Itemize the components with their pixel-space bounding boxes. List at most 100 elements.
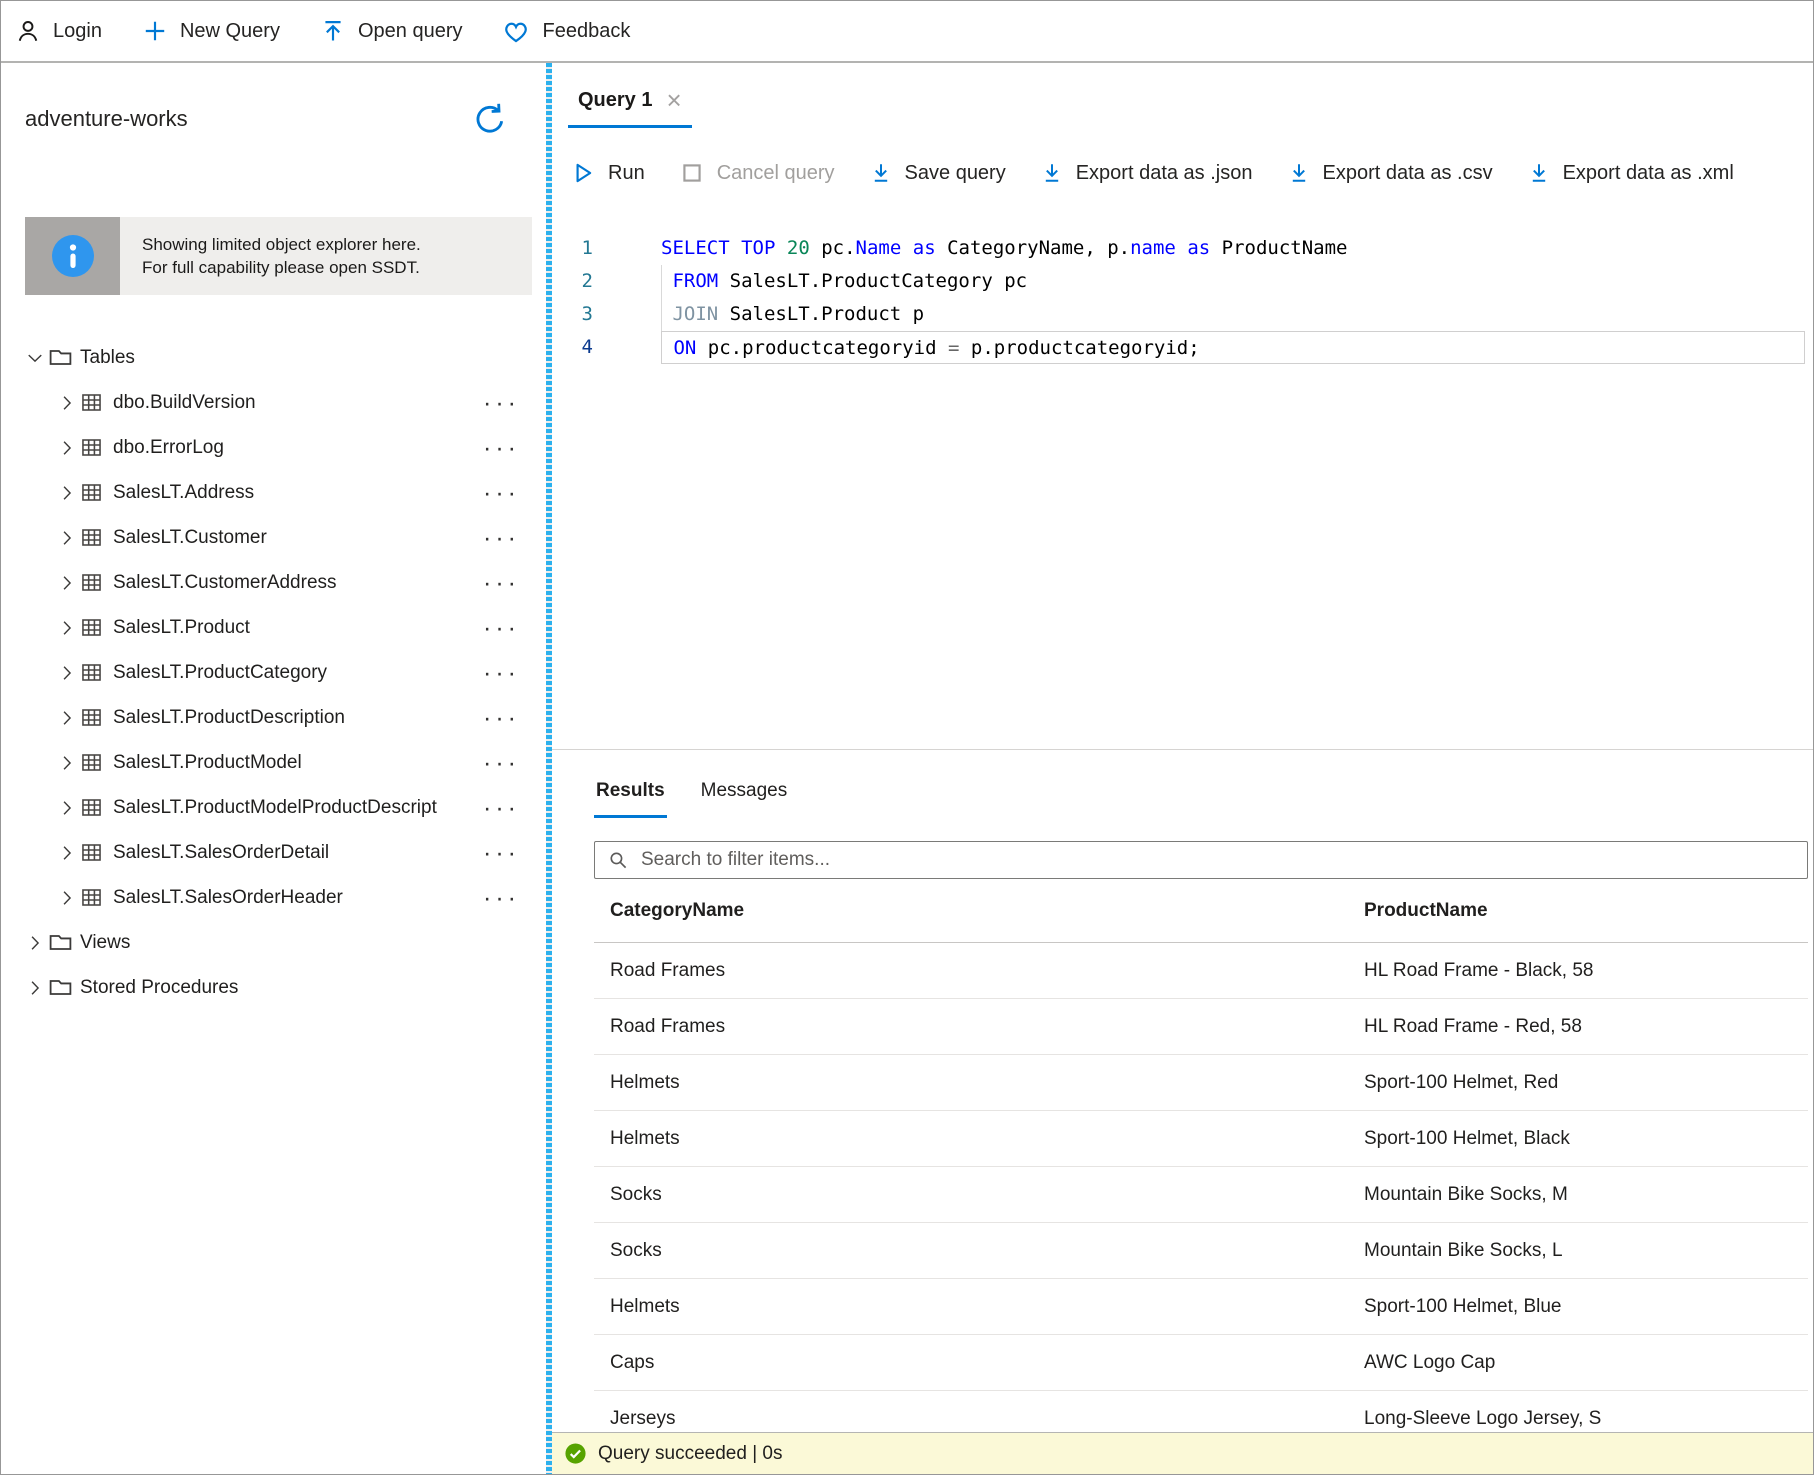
code-text: JOIN SalesLT.Product p — [661, 298, 1805, 331]
status-text: Query succeeded | 0s — [598, 1443, 782, 1465]
filter-search-box[interactable] — [594, 841, 1808, 879]
export-xml-button[interactable]: Export data as .xml — [1527, 161, 1734, 185]
item-actions-button[interactable]: ··· — [483, 663, 520, 683]
cell-productname: Sport-100 Helmet, Red — [1364, 1072, 1808, 1094]
tree-item-label: SalesLT.Customer — [113, 527, 267, 549]
table-row[interactable]: Helmets Sport-100 Helmet, Blue — [594, 1279, 1808, 1335]
table-body: Road Frames HL Road Frame - Black, 58 Ro… — [594, 943, 1808, 1447]
table-row[interactable]: Socks Mountain Bike Socks, M — [594, 1167, 1808, 1223]
chevron-right-icon — [25, 978, 45, 998]
tab-query-1[interactable]: Query 1 × — [568, 75, 692, 128]
tree-item-saleslt-customer[interactable]: SalesLT.Customer ··· — [25, 515, 546, 560]
table-icon — [79, 390, 104, 415]
chevron-right-icon — [57, 528, 77, 548]
sql-editor[interactable]: 1 SELECT TOP 20 pc.Name as CategoryName,… — [552, 209, 1813, 749]
tree-item-label: SalesLT.SalesOrderHeader — [113, 887, 343, 909]
item-actions-button[interactable]: ··· — [483, 573, 520, 593]
object-tree: Tables dbo.BuildVersion ··· dbo.ErrorLog… — [25, 335, 546, 1010]
cell-productname: Mountain Bike Socks, L — [1364, 1240, 1808, 1262]
tree-item-saleslt-product[interactable]: SalesLT.Product ··· — [25, 605, 546, 650]
table-icon — [79, 660, 104, 685]
tree-node-tables[interactable]: Tables — [25, 335, 546, 380]
item-actions-button[interactable]: ··· — [483, 888, 520, 908]
cell-productname: Sport-100 Helmet, Blue — [1364, 1296, 1808, 1318]
query-toolbar-button-label: Export data as .xml — [1563, 162, 1734, 185]
query-toolbar-button-label: Run — [608, 162, 645, 185]
tree-item-saleslt-address[interactable]: SalesLT.Address ··· — [25, 470, 546, 515]
item-actions-button[interactable]: ··· — [483, 438, 520, 458]
cell-categoryname: Caps — [594, 1352, 1364, 1374]
tree-item-saleslt-salesorderdetail[interactable]: SalesLT.SalesOrderDetail ··· — [25, 830, 546, 875]
table-icon — [79, 885, 104, 910]
folder-icon — [47, 929, 74, 956]
item-actions-button[interactable]: ··· — [483, 618, 520, 638]
check-circle-icon — [564, 1442, 587, 1465]
tree-item-label: SalesLT.ProductCategory — [113, 662, 327, 684]
new-query-button[interactable]: New Query — [142, 18, 280, 44]
column-header-productname: ProductName — [1364, 900, 1808, 922]
refresh-button[interactable] — [470, 99, 510, 139]
table-icon — [79, 840, 104, 865]
table-icon — [79, 570, 104, 595]
table-row[interactable]: Helmets Sport-100 Helmet, Red — [594, 1055, 1808, 1111]
table-row[interactable]: Road Frames HL Road Frame - Red, 58 — [594, 999, 1808, 1055]
item-actions-button[interactable]: ··· — [483, 528, 520, 548]
item-actions-button[interactable]: ··· — [483, 393, 520, 413]
tab-messages[interactable]: Messages — [699, 780, 790, 818]
token-id: p.productcategoryid; — [959, 337, 1199, 359]
tree-item-dbo-buildversion[interactable]: dbo.BuildVersion ··· — [25, 380, 546, 425]
table-row[interactable]: Road Frames HL Road Frame - Black, 58 — [594, 943, 1808, 999]
chevron-right-icon — [57, 393, 77, 413]
search-input[interactable] — [639, 848, 1797, 872]
save-query-button[interactable]: Save query — [869, 161, 1006, 185]
topbar-button-label: New Query — [180, 20, 280, 43]
chevron-right-icon — [57, 843, 77, 863]
download-icon — [1040, 161, 1064, 185]
chevron-right-icon — [57, 708, 77, 728]
tree-node-label: Tables — [80, 347, 135, 369]
plus-icon — [142, 18, 168, 44]
topbar-button-label: Login — [53, 20, 102, 43]
query-toolbar-button-label: Save query — [905, 162, 1006, 185]
token-kw: SELECT — [661, 237, 730, 259]
item-actions-button[interactable]: ··· — [483, 798, 520, 818]
export-json-button[interactable]: Export data as .json — [1040, 161, 1253, 185]
token-kw: Name — [856, 237, 902, 259]
table-icon — [79, 795, 104, 820]
tree-node-views[interactable]: Views — [25, 920, 546, 965]
search-icon — [607, 849, 629, 871]
tree-item-saleslt-productmodelproductdescript[interactable]: SalesLT.ProductModelProductDescript ··· — [25, 785, 546, 830]
query-editor-panel: Query 1 × Run Cancel query Save query Ex… — [552, 63, 1813, 1474]
sidebar-header: adventure-works — [25, 63, 546, 139]
table-row[interactable]: Caps AWC Logo Cap — [594, 1335, 1808, 1391]
code-text: ON pc.productcategoryid = p.productcateg… — [661, 331, 1805, 364]
run-button[interactable]: Run — [570, 160, 645, 186]
item-actions-button[interactable]: ··· — [483, 753, 520, 773]
tab-results[interactable]: Results — [594, 780, 667, 818]
tree-item-saleslt-productmodel[interactable]: SalesLT.ProductModel ··· — [25, 740, 546, 785]
cell-productname: Long-Sleeve Logo Jersey, S — [1364, 1408, 1808, 1430]
table-row[interactable]: Helmets Sport-100 Helmet, Black — [594, 1111, 1808, 1167]
tree-item-label: SalesLT.Address — [113, 482, 254, 504]
export-csv-button[interactable]: Export data as .csv — [1287, 161, 1493, 185]
tree-item-saleslt-productdescription[interactable]: SalesLT.ProductDescription ··· — [25, 695, 546, 740]
tree-item-saleslt-productcategory[interactable]: SalesLT.ProductCategory ··· — [25, 650, 546, 695]
tree-item-dbo-errorlog[interactable]: dbo.ErrorLog ··· — [25, 425, 546, 470]
item-actions-button[interactable]: ··· — [483, 483, 520, 503]
open-query-button[interactable]: Open query — [320, 18, 463, 44]
tree-node-stored-procedures[interactable]: Stored Procedures — [25, 965, 546, 1010]
token-op: = — [948, 337, 959, 359]
table-row[interactable]: Socks Mountain Bike Socks, L — [594, 1223, 1808, 1279]
code-text: SELECT TOP 20 pc.Name as CategoryName, p… — [661, 232, 1805, 265]
app-window: Login New Query Open query Feedback adve… — [0, 0, 1814, 1475]
token-id: CategoryName, p. — [936, 237, 1130, 259]
tree-item-saleslt-salesorderheader[interactable]: SalesLT.SalesOrderHeader ··· — [25, 875, 546, 920]
table-icon — [79, 615, 104, 640]
cell-categoryname: Helmets — [594, 1296, 1364, 1318]
close-icon[interactable]: × — [666, 90, 681, 110]
item-actions-button[interactable]: ··· — [483, 708, 520, 728]
item-actions-button[interactable]: ··· — [483, 843, 520, 863]
feedback-button[interactable]: Feedback — [502, 18, 630, 44]
login-button[interactable]: Login — [15, 18, 102, 44]
tree-item-saleslt-customeraddress[interactable]: SalesLT.CustomerAddress ··· — [25, 560, 546, 605]
